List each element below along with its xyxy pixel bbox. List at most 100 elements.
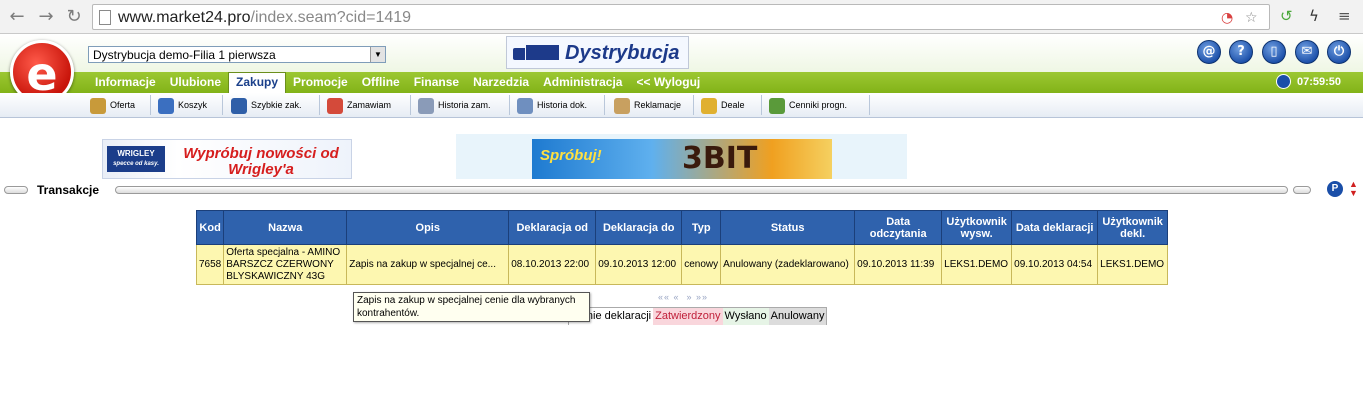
column-header[interactable]: Typ bbox=[681, 210, 722, 245]
menu-item-wyloguj[interactable]: << Wyloguj bbox=[629, 72, 707, 93]
cell-opis[interactable]: Zapis na zakup w specjalnej ce... bbox=[346, 244, 510, 285]
column-header[interactable]: Użytkownik wysw. bbox=[941, 210, 1013, 245]
page-action-icon[interactable]: ◔ bbox=[1221, 10, 1233, 26]
module-logo-text: Dystrybucja bbox=[565, 42, 680, 64]
3bit-banner[interactable]: Spróbuj! 3BIT bbox=[532, 139, 832, 179]
toolbar-label: Cenniki progn. bbox=[789, 100, 848, 110]
session-timer-value: 07:59:50 bbox=[1297, 75, 1342, 88]
toolbar-deale[interactable]: Deale bbox=[701, 95, 762, 115]
section-title: Transakcje bbox=[37, 183, 100, 197]
order-check-icon bbox=[327, 97, 343, 114]
toolbar-szybkie-zak[interactable]: Szybkie zak. bbox=[231, 95, 320, 115]
cart-icon bbox=[158, 97, 174, 114]
column-header[interactable]: Opis bbox=[346, 210, 510, 245]
wrigley-brand: WRIGLEY bbox=[117, 149, 155, 158]
purchase-toolbar: Oferta Koszyk Szybkie zak. Zamawiam Hist… bbox=[0, 93, 1363, 118]
cell-deklaracja-od: 08.10.2013 22:00 bbox=[508, 244, 597, 285]
cell-data-odczytania: 09.10.2013 11:39 bbox=[854, 244, 943, 285]
mail-icon[interactable]: ✉ bbox=[1295, 40, 1319, 64]
extension-icon[interactable]: ↺ bbox=[1280, 7, 1293, 25]
lightning-icon[interactable]: ϟ bbox=[1309, 7, 1319, 25]
column-header[interactable]: Użytkownik dekl. bbox=[1097, 210, 1169, 245]
cell-uzytkownik-wysw: LEKS1.DEMO bbox=[941, 244, 1013, 285]
module-logo: Dystrybucja bbox=[506, 36, 689, 69]
column-header[interactable]: Deklaracja od bbox=[508, 210, 597, 245]
column-header[interactable]: Data odczytania bbox=[854, 210, 943, 245]
toolbar-historia-zam[interactable]: Historia zam. bbox=[418, 95, 510, 115]
cell-kod: 7658 bbox=[195, 244, 225, 285]
url-path: /index.seam?cid=1419 bbox=[250, 9, 412, 26]
toolbar-cenniki-progn[interactable]: Cenniki progn. bbox=[769, 95, 870, 115]
column-header[interactable]: Status bbox=[720, 210, 856, 245]
sort-arrows-icon[interactable]: ▲ ▼ bbox=[1349, 180, 1358, 198]
legend-item: Anulowany bbox=[768, 308, 827, 325]
toolbar-label: Historia dok. bbox=[537, 100, 588, 110]
column-header[interactable]: Deklaracja do bbox=[595, 210, 683, 245]
transactions-table: Kod Nazwa Opis Deklaracja od Deklaracja … bbox=[195, 210, 1169, 285]
toolbar-oferta[interactable]: Oferta bbox=[90, 95, 151, 115]
menu-item-informacje[interactable]: Informacje bbox=[88, 72, 163, 93]
toolbar-reklamacje[interactable]: Reklamacje bbox=[614, 95, 694, 115]
wrigley-banner[interactable]: WRIGLEY specce od kasy. Wypróbuj nowości … bbox=[102, 139, 352, 179]
toolbar-historia-dok[interactable]: Historia dok. bbox=[517, 95, 605, 115]
chevron-down-icon[interactable]: ▼ bbox=[370, 47, 385, 62]
document-history-icon bbox=[517, 97, 533, 114]
url-host: www.market24.pro bbox=[118, 9, 251, 26]
column-header[interactable]: Data deklaracji bbox=[1011, 210, 1099, 245]
reload-icon[interactable]: ↻ bbox=[63, 6, 85, 28]
at-icon[interactable]: @ bbox=[1197, 40, 1221, 64]
browser-toolbar: ← → ↻ www.market24.pro/index.seam?cid=14… bbox=[0, 0, 1363, 34]
legend-item: Zatwierdzony bbox=[653, 308, 723, 325]
menu-item-finanse[interactable]: Finanse bbox=[407, 72, 466, 93]
power-icon[interactable]: ⏻ bbox=[1327, 40, 1351, 64]
wrigley-logo: WRIGLEY specce od kasy. bbox=[107, 146, 165, 172]
description-tooltip: Zapis na zakup w specjalnej cenie dla wy… bbox=[353, 292, 590, 322]
back-arrow-icon[interactable]: ← bbox=[6, 6, 28, 28]
pager-next[interactable]: » »» bbox=[687, 292, 709, 302]
collapse-handle-right[interactable] bbox=[1293, 186, 1311, 194]
menu-item-administracja[interactable]: Administracja bbox=[536, 72, 629, 93]
cell-typ: cenowy bbox=[681, 244, 722, 285]
star-icon[interactable]: ☆ bbox=[1245, 10, 1258, 26]
branch-select-value: Dystrybucja demo-Filia 1 pierwsza bbox=[93, 48, 276, 62]
price-chart-icon bbox=[769, 97, 785, 114]
3bit-brand: 3BIT bbox=[682, 141, 758, 176]
toolbar-label: Koszyk bbox=[178, 100, 208, 110]
menu-item-promocje[interactable]: Promocje bbox=[286, 72, 355, 93]
menu-icon[interactable]: ≡ bbox=[1338, 7, 1351, 25]
pager-prev[interactable]: «« « bbox=[658, 292, 680, 302]
status-legend: eranie deklaracji Zatwierdzony Wysłano Anul… bbox=[568, 307, 828, 325]
3bit-banner-text: Spróbuj! bbox=[540, 147, 602, 164]
address-url[interactable]: www.market24.pro/index.seam?cid=1419 bbox=[118, 9, 411, 27]
main-menu: Informacje Ulubione Zakupy Promocje Offline F… bbox=[88, 72, 707, 93]
page-icon bbox=[99, 10, 111, 25]
forward-arrow-icon[interactable]: → bbox=[35, 6, 57, 28]
document-icon[interactable]: ▯ bbox=[1262, 40, 1286, 64]
session-timer: 07:59:50 bbox=[1276, 74, 1341, 90]
branch-select[interactable]: Dystrybucja demo-Filia 1 pierwsza ▼ bbox=[88, 46, 386, 63]
toolbar-label: Szybkie zak. bbox=[251, 100, 302, 110]
column-header[interactable]: Kod bbox=[195, 210, 225, 245]
toolbar-zamawiam[interactable]: Zamawiam bbox=[327, 95, 411, 115]
complaint-icon bbox=[614, 97, 630, 114]
legend-item: Wysłano bbox=[722, 308, 769, 325]
offer-icon bbox=[90, 97, 106, 114]
help-icon[interactable]: ? bbox=[1229, 40, 1253, 64]
toolbar-label: Zamawiam bbox=[347, 100, 392, 110]
cell-status: Anulowany (zadeklarowano) bbox=[720, 244, 856, 285]
menu-item-offline[interactable]: Offline bbox=[355, 72, 407, 93]
order-history-icon bbox=[418, 97, 434, 114]
menu-item-narzedzia[interactable]: Narzedzia bbox=[466, 72, 536, 93]
wrigley-brand-sub: specce od kasy. bbox=[113, 161, 159, 167]
p-badge-icon[interactable]: P bbox=[1327, 181, 1343, 197]
table-row[interactable]: 7658 Oferta specjalna - AMINO BARSZCZ CZ… bbox=[195, 244, 1169, 285]
address-bar[interactable]: www.market24.pro/index.seam?cid=1419 ◔ ☆ bbox=[92, 4, 1270, 30]
collapse-handle-left[interactable] bbox=[4, 186, 28, 194]
truck-icon bbox=[513, 45, 559, 63]
menu-item-ulubione[interactable]: Ulubione bbox=[163, 72, 228, 93]
column-header[interactable]: Nazwa bbox=[223, 210, 348, 245]
menu-item-zakupy[interactable]: Zakupy bbox=[228, 72, 287, 93]
user-icon[interactable] bbox=[1276, 74, 1291, 89]
toolbar-label: Historia zam. bbox=[438, 100, 491, 110]
toolbar-koszyk[interactable]: Koszyk bbox=[158, 95, 223, 115]
